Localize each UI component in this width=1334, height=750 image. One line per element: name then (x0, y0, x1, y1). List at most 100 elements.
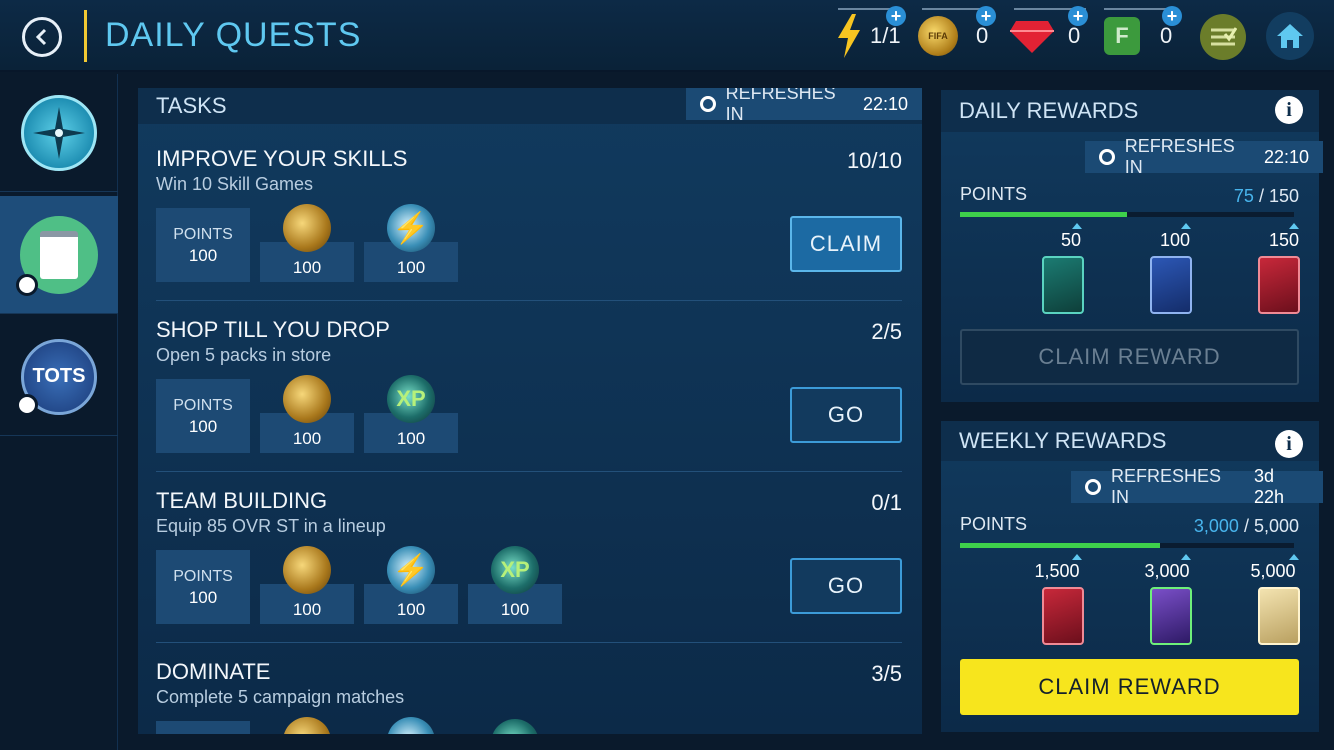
add-fifa-points-button[interactable]: + (1162, 6, 1182, 26)
divider (156, 471, 902, 472)
player-card-reward (1150, 587, 1192, 645)
task-subtitle: Open 5 packs in store (156, 345, 332, 365)
chevron-left-icon (35, 28, 47, 46)
points-reward (156, 721, 250, 734)
task-subtitle: Win 10 Skill Games (156, 174, 314, 194)
coins-icon (283, 546, 331, 594)
milestone-marker (1289, 554, 1299, 560)
task-team-building: TEAM BUILDING Equip 85 OVR ST in a lineu… (156, 488, 902, 628)
xp-reward: XP 100 (364, 375, 458, 453)
daily-refresh-timer: REFRESHES IN 22:10 (1085, 136, 1323, 177)
fifa-points-icon: F (1104, 17, 1140, 55)
weekly-rewards-title: WEEKLY REWARDS (959, 428, 1167, 453)
info-icon[interactable]: i (1275, 96, 1303, 124)
add-coins-button[interactable]: + (976, 6, 996, 26)
weekly-refresh-timer: REFRESHES IN 3d 22h (1071, 466, 1323, 507)
points-value: 3,000 / 5,000 (1193, 516, 1299, 536)
points-value: 75 / 150 (1233, 186, 1299, 206)
quests-checklist-button[interactable] (1200, 14, 1246, 60)
milestone-marker (1072, 554, 1082, 560)
energy-bolt-icon (387, 717, 435, 734)
go-button[interactable]: GO (790, 558, 902, 614)
energy-bolt-icon: ⚡ (387, 546, 435, 594)
points-reward: POINTS 100 (156, 208, 250, 282)
stopwatch-icon (1085, 479, 1101, 495)
daily-claim-reward-button[interactable]: CLAIM REWARD (960, 329, 1299, 385)
task-title: TEAM BUILDING (156, 488, 328, 513)
weekly-progress-bar (960, 543, 1294, 548)
coins-reward: 100 (260, 546, 354, 624)
xp-icon: XP (387, 375, 435, 423)
xp-icon (491, 719, 539, 734)
points-label: POINTS (960, 514, 1028, 534)
coins-icon (283, 375, 331, 423)
claim-button[interactable]: CLAIM (790, 216, 902, 272)
page-title: DAILY QUESTS (105, 16, 362, 54)
points-reward: POINTS 100 (156, 379, 250, 453)
home-button[interactable] (1266, 12, 1314, 60)
energy-bolt-icon (838, 14, 860, 58)
daily-rewards-title: DAILY REWARDS (959, 98, 1139, 123)
xp-reward: XP 100 (468, 546, 562, 624)
task-improve-your-skills: IMPROVE YOUR SKILLS Win 10 Skill Games 1… (156, 146, 902, 286)
task-progress: 2/5 (871, 319, 902, 344)
tasks-title: TASKS (156, 93, 227, 118)
go-button[interactable]: GO (790, 387, 902, 443)
divider (156, 642, 902, 643)
fifa-points-counter: F 0 (1104, 14, 1172, 58)
divider (156, 300, 902, 301)
milestone-marker (1181, 554, 1191, 560)
points-label: POINTS (960, 184, 1028, 204)
stopwatch-icon (700, 96, 716, 112)
weekly-rewards-header: WEEKLY REWARDS (941, 421, 1319, 461)
sidebar: TOTS (0, 74, 118, 750)
timer-icon (16, 274, 38, 296)
info-icon[interactable]: i (1275, 430, 1303, 458)
energy-reward: ⚡ 100 (364, 546, 458, 624)
task-title: IMPROVE YOUR SKILLS (156, 146, 408, 171)
task-shop-till-you-drop: SHOP TILL YOU DROP Open 5 packs in store… (156, 317, 902, 457)
sidebar-item-daily-quests[interactable] (0, 196, 118, 314)
task-progress: 0/1 (871, 490, 902, 515)
back-button[interactable] (22, 17, 62, 57)
progress-fill (960, 543, 1161, 548)
milestone-label: 3,000 (1144, 561, 1190, 581)
daily-progress-bar (960, 212, 1294, 217)
compass-icon (21, 94, 97, 171)
task-dominate: DOMINATE Complete 5 campaign matches 3/5 (156, 659, 902, 734)
task-progress: 3/5 (871, 661, 902, 686)
player-card-reward (1042, 587, 1084, 645)
sidebar-item-compass[interactable] (0, 74, 118, 192)
milestone-label: 100 (1159, 230, 1191, 250)
top-bar: DAILY QUESTS 1/1 + FIFA 0 + 0 + F 0 + (0, 0, 1334, 72)
energy-bolt-icon: ⚡ (387, 204, 435, 252)
player-card-reward (1150, 256, 1192, 314)
player-card-reward (1042, 256, 1084, 314)
sidebar-item-tots[interactable]: TOTS (0, 318, 118, 436)
home-icon (1277, 24, 1303, 48)
task-subtitle: Complete 5 campaign matches (156, 687, 405, 707)
milestone-marker (1289, 223, 1299, 229)
daily-rewards-header: DAILY REWARDS (941, 90, 1319, 132)
coins-reward: 100 (260, 375, 354, 453)
task-progress: 10/10 (846, 148, 902, 173)
milestone-label: 1,500 (1034, 561, 1080, 581)
add-energy-button[interactable]: + (886, 6, 906, 26)
tasks-panel: TASKS REFRESHES IN 22:10 IMPROVE YOUR SKI… (138, 88, 922, 734)
coins-icon (283, 717, 331, 734)
coin-icon: FIFA (918, 16, 958, 56)
energy-reward: ⚡ 100 (364, 204, 458, 282)
tasks-refresh-timer: REFRESHES IN 22:10 (686, 88, 922, 124)
weekly-rewards-panel: WEEKLY REWARDS i REFRESHES IN 3d 22h POIN… (941, 421, 1323, 732)
weekly-claim-reward-button[interactable]: CLAIM REWARD (960, 659, 1299, 715)
milestone-marker (1181, 223, 1191, 229)
milestone-marker (1072, 223, 1082, 229)
add-gems-button[interactable]: + (1068, 6, 1088, 26)
player-card-reward (1258, 587, 1300, 645)
coins-reward: 100 (260, 204, 354, 282)
task-subtitle: Equip 85 OVR ST in a lineup (156, 516, 386, 536)
xp-icon: XP (491, 546, 539, 594)
task-title: SHOP TILL YOU DROP (156, 317, 390, 342)
task-title: DOMINATE (156, 659, 271, 684)
timer-icon (16, 394, 38, 416)
